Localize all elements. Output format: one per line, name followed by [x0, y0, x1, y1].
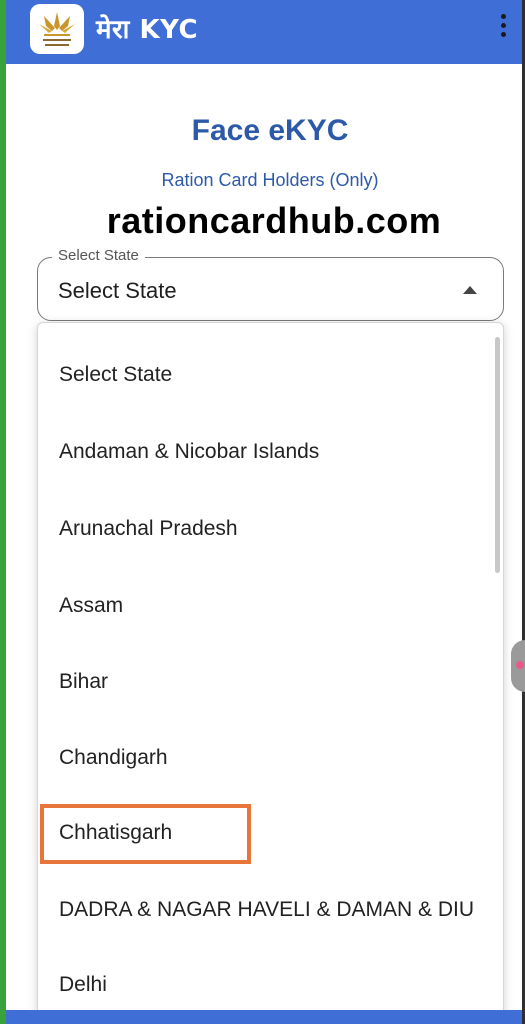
kebab-menu-icon[interactable] [498, 14, 508, 44]
dropdown-scrollbar[interactable] [495, 337, 500, 573]
dropdown-option[interactable]: DADRA & NAGAR HAVELI & DAMAN & DIU [59, 898, 474, 922]
state-select[interactable]: Select State Select State [37, 247, 504, 321]
bottom-bar [6, 1010, 522, 1024]
dropdown-option[interactable]: Assam [59, 594, 123, 618]
page-title: Face eKYC [191, 114, 349, 147]
floating-side-handle[interactable] [511, 640, 525, 692]
highlight-box [40, 804, 251, 864]
caret-up-icon[interactable] [463, 286, 477, 294]
dropdown-option[interactable]: Andaman & Nicobar Islands [59, 440, 319, 464]
state-dropdown-list: Select State Andaman & Nicobar Islands A… [37, 322, 504, 1024]
app-bar: मेरा KYC [6, 0, 522, 64]
dropdown-option[interactable]: Delhi [59, 973, 107, 997]
watermark-text: rationcardhub.com [106, 200, 442, 241]
dropdown-option[interactable]: Chandigarh [59, 746, 168, 770]
emblem-logo-icon[interactable] [30, 4, 84, 54]
dropdown-option[interactable]: Bihar [59, 670, 108, 694]
left-edge-strip [0, 0, 6, 1024]
dropdown-option[interactable]: Select State [59, 363, 172, 387]
app-title: मेरा KYC [96, 15, 199, 45]
dropdown-option[interactable]: Arunachal Pradesh [59, 517, 238, 541]
page-subtitle: Ration Card Holders (Only) [161, 170, 379, 190]
state-select-label: Select State [52, 247, 145, 264]
state-select-value: Select State [58, 278, 177, 303]
